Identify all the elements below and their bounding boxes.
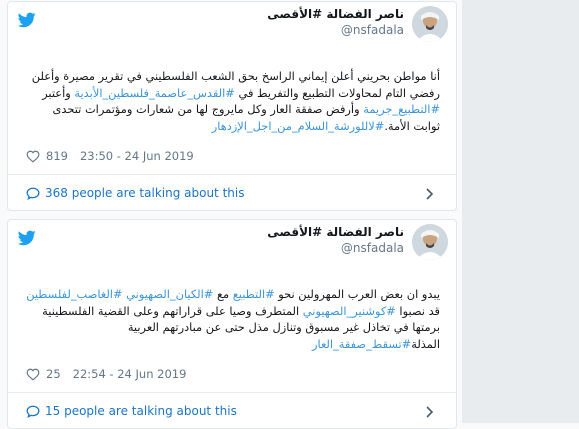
tweet-text-segment: مع bbox=[213, 287, 233, 301]
heart-icon[interactable] bbox=[26, 150, 40, 163]
talking-link[interactable]: 368 people are talking about this bbox=[26, 186, 244, 200]
avatar[interactable] bbox=[412, 6, 448, 42]
like-count[interactable]: 819 bbox=[46, 149, 68, 163]
hashtag-link[interactable]: #التطبيع_جريمة bbox=[363, 102, 440, 116]
divider bbox=[8, 392, 456, 393]
hashtag-link[interactable]: #التطبيع bbox=[233, 287, 275, 301]
twitter-bird-icon[interactable] bbox=[18, 230, 36, 246]
speech-bubble-icon bbox=[26, 405, 40, 418]
speech-bubble-icon bbox=[26, 187, 40, 200]
author-handle[interactable]: @nsfadala bbox=[267, 240, 404, 256]
tweet-text-segment: قد نصبوا bbox=[395, 303, 440, 318]
tweet-card[interactable]: ناصر الفضالة #الأقصى @nsfadala يبدو ان ب… bbox=[7, 219, 457, 429]
tweet-timestamp[interactable]: 22:54 - 24 Jun 2019 bbox=[73, 367, 187, 381]
tweet-text-segment: يبدو ان بعض العرب المهرولين نحو bbox=[274, 287, 440, 301]
tweet-text: أنا مواطن بحريني أعلن إيماني الراسخ بحق … bbox=[24, 68, 440, 135]
author-name[interactable]: ناصر الفضالة #الأقصى bbox=[267, 224, 404, 240]
twitter-bird-icon[interactable] bbox=[18, 12, 36, 28]
author-block[interactable]: ناصر الفضالة #الأقصى @nsfadala bbox=[267, 224, 404, 256]
tweet-meta: 25 22:54 - 24 Jun 2019 bbox=[26, 367, 186, 381]
hashtag-link[interactable]: #القدس_عاصمة_فلسطين_الأبدية bbox=[74, 86, 234, 100]
tweet-text-segment: وأعتبر bbox=[42, 85, 75, 100]
avatar[interactable] bbox=[412, 224, 448, 260]
talking-label[interactable]: 15 people are talking about this bbox=[45, 404, 237, 418]
tweet-text: يبدو ان بعض العرب المهرولين نحو #التطبيع… bbox=[24, 286, 440, 353]
hashtag-link[interactable]: #الغاصب_لفلسطين bbox=[26, 287, 122, 301]
chevron-right-icon[interactable] bbox=[426, 406, 434, 418]
hashtag-link[interactable]: #كوشنير_الصهيوني bbox=[303, 304, 396, 318]
hashtag-link[interactable]: #الكيان_الصهيوني bbox=[126, 287, 213, 301]
avatar-image bbox=[412, 6, 448, 42]
author-name[interactable]: ناصر الفضالة #الأقصى bbox=[267, 6, 404, 22]
talking-link[interactable]: 15 people are talking about this bbox=[26, 404, 237, 418]
tweet-meta: 819 23:50 - 24 Jun 2019 bbox=[26, 149, 194, 163]
author-handle[interactable]: @nsfadala bbox=[267, 22, 404, 38]
hashtag-link[interactable]: #تسقط_صفقة_العار bbox=[312, 337, 411, 351]
tweet-card[interactable]: ناصر الفضالة #الأقصى @nsfadala أنا مواطن… bbox=[7, 1, 457, 211]
heart-icon[interactable] bbox=[26, 368, 40, 381]
tweet-timestamp[interactable]: 23:50 - 24 Jun 2019 bbox=[80, 149, 194, 163]
right-background-panel bbox=[462, 0, 579, 423]
author-block[interactable]: ناصر الفضالة #الأقصى @nsfadala bbox=[267, 6, 404, 38]
hashtag-link[interactable]: #لاللورشة_السلام_من_اجل_الإزدهار bbox=[212, 119, 385, 133]
talking-label[interactable]: 368 people are talking about this bbox=[45, 186, 244, 200]
avatar-image bbox=[412, 224, 448, 260]
divider bbox=[8, 174, 456, 175]
like-count[interactable]: 25 bbox=[46, 367, 61, 381]
chevron-right-icon[interactable] bbox=[426, 188, 434, 200]
